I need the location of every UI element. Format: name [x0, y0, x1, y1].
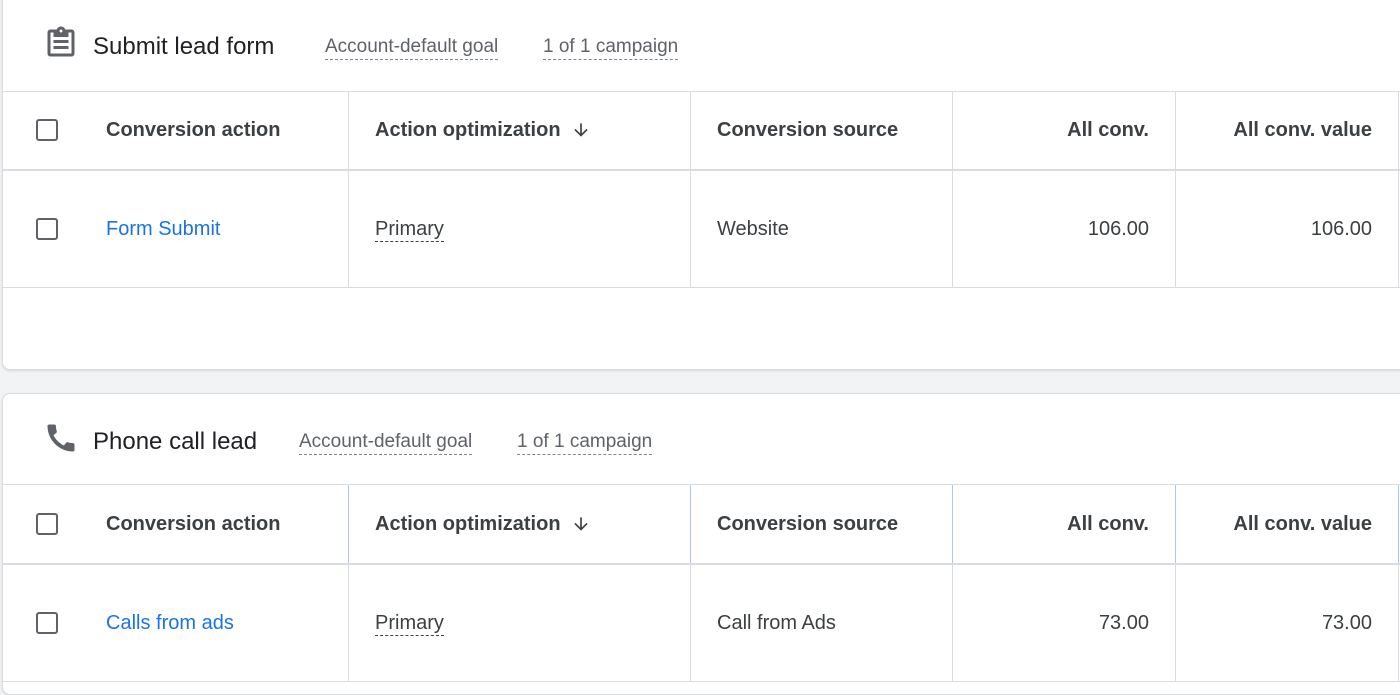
column-header-conversion-action[interactable]: Conversion action — [91, 91, 349, 169]
column-header-label: Action optimization — [375, 118, 561, 141]
action-optimization-value[interactable]: Primary — [375, 217, 444, 242]
row-checkbox[interactable] — [36, 612, 58, 634]
arrow-down-icon — [573, 517, 588, 531]
conversion-source-value: Website — [691, 171, 953, 287]
account-default-goal-chip[interactable]: Account-default goal — [299, 430, 473, 455]
all-conv-value: 106.00 — [953, 171, 1176, 287]
campaign-count-chip[interactable]: 1 of 1 campaign — [543, 35, 679, 60]
table-row: Form Submit Primary Website 106.00 106.0… — [3, 171, 1400, 288]
all-conv-value-value: 73.00 — [1176, 565, 1399, 681]
goal-card-submit-lead-form: Submit lead form Account-default goal 1 … — [2, 0, 1400, 370]
goal-header: Submit lead form Account-default goal 1 … — [3, 1, 1400, 92]
conversion-action-link[interactable]: Calls from ads — [106, 612, 234, 635]
column-header-conversion-source[interactable]: Conversion source — [691, 91, 953, 169]
select-all-checkbox[interactable] — [36, 513, 58, 535]
action-optimization-value[interactable]: Primary — [375, 611, 444, 636]
goal-title: Submit lead form — [93, 33, 275, 60]
column-header-label: Action optimization — [375, 512, 561, 535]
column-header-action-optimization[interactable]: Action optimization — [349, 91, 691, 169]
select-all-checkbox[interactable] — [36, 119, 58, 141]
conversion-source-value: Call from Ads — [691, 565, 953, 681]
column-header-conversion-action[interactable]: Conversion action — [91, 485, 349, 563]
phone-icon — [47, 424, 75, 452]
column-header-conversion-source[interactable]: Conversion source — [691, 485, 953, 563]
arrow-down-icon — [573, 123, 588, 137]
goal-card-phone-call-lead: Phone call lead Account-default goal 1 o… — [2, 393, 1400, 695]
account-default-goal-chip[interactable]: Account-default goal — [325, 35, 499, 60]
column-header-all-conv-value[interactable]: All conv. value — [1176, 91, 1399, 169]
table-header: Conversion action Action optimization Co… — [3, 91, 1400, 171]
goal-header: Phone call lead Account-default goal 1 o… — [3, 394, 1400, 485]
campaign-count-chip[interactable]: 1 of 1 campaign — [517, 430, 653, 455]
all-conv-value: 73.00 — [953, 565, 1176, 681]
table-row: Calls from ads Primary Call from Ads 73.… — [3, 565, 1400, 682]
column-header-all-conv-value[interactable]: All conv. value — [1176, 485, 1399, 563]
row-checkbox[interactable] — [36, 218, 58, 240]
column-header-all-conv[interactable]: All conv. — [953, 485, 1176, 563]
all-conv-value-value: 106.00 — [1176, 171, 1399, 287]
goal-title: Phone call lead — [93, 428, 258, 455]
conversion-action-link[interactable]: Form Submit — [106, 218, 220, 241]
clipboard-icon — [47, 26, 75, 57]
table-header: Conversion action Action optimization Co… — [3, 485, 1400, 565]
column-header-all-conv[interactable]: All conv. — [953, 91, 1176, 169]
column-header-action-optimization[interactable]: Action optimization — [349, 485, 691, 563]
